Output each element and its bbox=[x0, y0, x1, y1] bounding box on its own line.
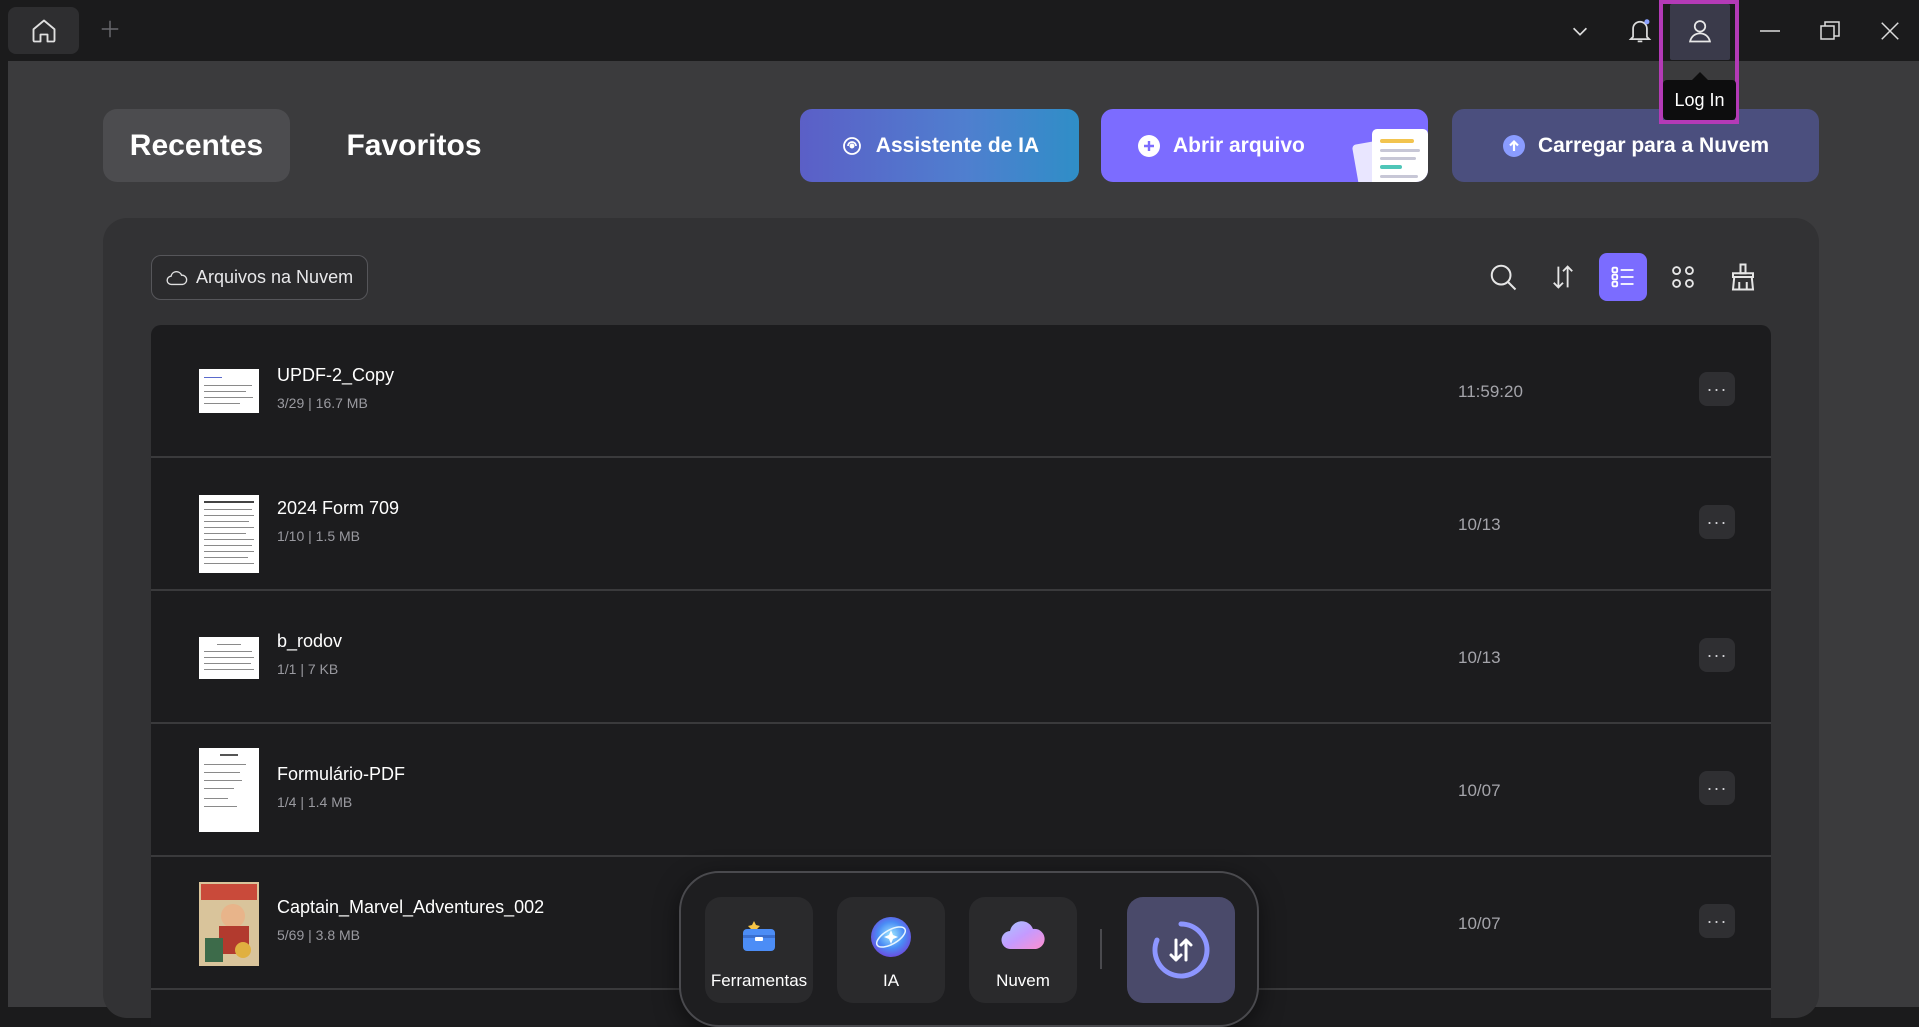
dock-ai-button[interactable]: IA bbox=[837, 897, 945, 1003]
upload-cloud-label: Carregar para a Nuvem bbox=[1537, 133, 1770, 157]
plus-icon bbox=[101, 20, 119, 38]
file-meta: 1/1 | 7 KB bbox=[277, 661, 339, 677]
sort-icon bbox=[1553, 265, 1573, 289]
dock-ai-label: IA bbox=[882, 971, 900, 990]
file-date: 11:59:20 bbox=[1458, 382, 1523, 401]
home-tab[interactable] bbox=[8, 7, 79, 54]
ai-orb-icon bbox=[871, 917, 911, 957]
dropdown-button[interactable] bbox=[1552, 0, 1608, 61]
tab-favorites[interactable]: Favoritos bbox=[319, 109, 509, 182]
search-button[interactable] bbox=[1479, 253, 1527, 301]
convert-arrows-icon bbox=[1152, 921, 1210, 979]
more-options-button[interactable]: ··· bbox=[1699, 904, 1735, 938]
file-meta: 3/29 | 16.7 MB bbox=[277, 395, 368, 411]
file-date: 10/07 bbox=[1458, 781, 1501, 800]
restore-icon bbox=[1820, 20, 1840, 40]
dock-separator bbox=[1100, 929, 1102, 969]
cloud-icon bbox=[166, 270, 188, 285]
file-name: b_rodov bbox=[277, 631, 343, 651]
main-content: Recentes Favoritos Assistente de IA Abri… bbox=[8, 61, 1919, 1027]
file-thumbnail bbox=[199, 748, 259, 832]
plus-circle-icon bbox=[1137, 134, 1161, 158]
open-file-button[interactable]: Abrir arquivo bbox=[1101, 109, 1428, 182]
file-row[interactable]: Formulário-PDF 1/4 | 1.4 MB 10/07 ··· bbox=[151, 724, 1771, 857]
file-thumbnail bbox=[199, 637, 259, 679]
upload-arrow-icon bbox=[1502, 134, 1526, 158]
dock-cloud-label: Nuvem bbox=[996, 971, 1050, 990]
list-view-icon bbox=[1611, 266, 1634, 288]
clear-history-button[interactable] bbox=[1719, 253, 1767, 301]
broom-icon bbox=[1731, 263, 1755, 291]
dock-convert-button[interactable] bbox=[1127, 897, 1235, 1003]
open-file-label: Abrir arquivo bbox=[1173, 133, 1305, 157]
file-row[interactable]: 2024 Form 709 1/10 | 1.5 MB 10/13 ··· bbox=[151, 458, 1771, 591]
title-bar bbox=[0, 0, 1919, 61]
bell-icon bbox=[1628, 18, 1652, 42]
upload-cloud-button[interactable]: Carregar para a Nuvem bbox=[1452, 109, 1819, 182]
floating-dock: Ferramentas IA Nuvem bbox=[679, 871, 1259, 1027]
dock-cloud-button[interactable]: Nuvem bbox=[969, 897, 1077, 1003]
dock-tools-label: Ferramentas bbox=[710, 971, 808, 990]
more-options-button[interactable]: ··· bbox=[1699, 505, 1735, 539]
toolbox-icon bbox=[743, 921, 775, 951]
file-name: 2024 Form 709 bbox=[277, 498, 400, 518]
cloud-icon bbox=[1001, 921, 1045, 950]
cloud-files-filter[interactable]: Arquivos na Nuvem bbox=[151, 255, 369, 300]
file-date: 10/07 bbox=[1458, 914, 1501, 933]
add-tab-button[interactable] bbox=[96, 15, 124, 43]
more-options-button[interactable]: ··· bbox=[1699, 771, 1735, 805]
comic-cover-image bbox=[199, 882, 259, 966]
file-meta: 5/69 | 3.8 MB bbox=[277, 927, 361, 943]
file-date: 10/13 bbox=[1458, 648, 1501, 667]
more-options-button[interactable]: ··· bbox=[1699, 638, 1735, 672]
file-meta: 1/4 | 1.4 MB bbox=[277, 794, 353, 810]
sort-button[interactable] bbox=[1539, 253, 1587, 301]
chevron-down-icon bbox=[1572, 27, 1588, 36]
file-name: Captain_Marvel_Adventures_002 bbox=[277, 897, 545, 917]
file-thumbnail bbox=[199, 369, 259, 413]
file-meta: 1/10 | 1.5 MB bbox=[277, 528, 361, 544]
grid-view-button[interactable] bbox=[1659, 253, 1707, 301]
cloud-files-label: Arquivos na Nuvem bbox=[196, 267, 354, 287]
minimize-button[interactable] bbox=[1742, 0, 1798, 61]
file-name: Formulário-PDF bbox=[277, 764, 406, 784]
more-options-button[interactable]: ··· bbox=[1699, 372, 1735, 406]
file-date: 10/13 bbox=[1458, 515, 1501, 534]
grid-view-icon bbox=[1672, 266, 1694, 288]
close-window-button[interactable] bbox=[1862, 0, 1918, 61]
search-icon bbox=[1490, 264, 1517, 291]
file-row[interactable]: UPDF-2_Copy 3/29 | 16.7 MB 11:59:20 ··· bbox=[151, 325, 1771, 458]
ai-assistant-label: Assistente de IA bbox=[875, 133, 1040, 157]
ai-sparkle-icon bbox=[840, 134, 864, 158]
close-icon bbox=[1881, 21, 1899, 40]
login-tooltip: Log In bbox=[1663, 72, 1736, 120]
file-thumbnail bbox=[199, 882, 259, 966]
minimize-icon bbox=[1760, 29, 1780, 32]
restore-button[interactable] bbox=[1802, 0, 1858, 61]
file-thumbnail bbox=[199, 495, 259, 573]
tab-recent[interactable]: Recentes bbox=[103, 109, 290, 182]
dock-tools-button[interactable]: Ferramentas bbox=[705, 897, 813, 1003]
file-row[interactable]: b_rodov 1/1 | 7 KB 10/13 ··· bbox=[151, 591, 1771, 724]
list-view-button[interactable] bbox=[1599, 253, 1647, 301]
document-illustration-icon bbox=[1352, 129, 1428, 182]
ai-assistant-button[interactable]: Assistente de IA bbox=[800, 109, 1079, 182]
file-name: UPDF-2_Copy bbox=[277, 365, 395, 385]
home-icon bbox=[32, 19, 55, 42]
